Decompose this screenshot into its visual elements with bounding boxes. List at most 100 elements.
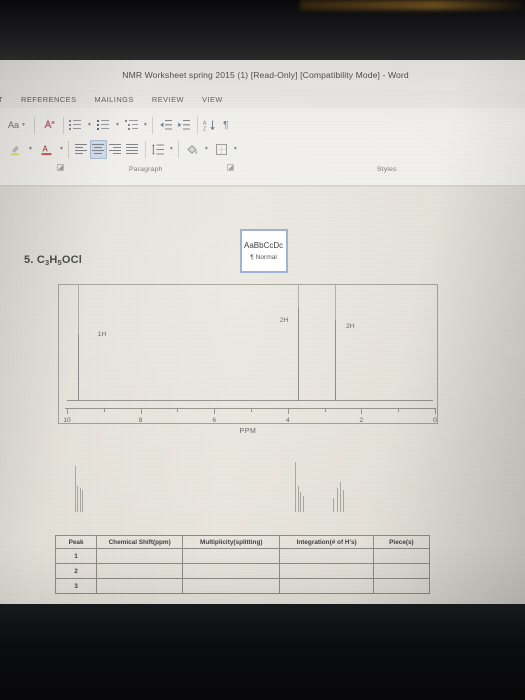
- axis-tick-label: 2: [359, 417, 364, 424]
- table-row-number[interactable]: 3: [54, 578, 98, 594]
- text-highlight-button[interactable]: [4, 140, 26, 159]
- table-row-number[interactable]: 2: [54, 563, 98, 579]
- expansion-line: [300, 492, 302, 512]
- expansion-line: [340, 482, 342, 512]
- table-cell-empty[interactable]: [372, 578, 431, 594]
- chevron-down-icon[interactable]: ▼: [21, 122, 26, 128]
- change-case-button[interactable]: Aa ▼: [4, 116, 30, 135]
- table-cell-empty[interactable]: [182, 548, 281, 564]
- axis-tick: [287, 408, 289, 414]
- align-left-icon: [74, 142, 89, 156]
- axis-tick-label: 4: [285, 417, 290, 424]
- text-effects-button[interactable]: [39, 116, 59, 135]
- style-normal[interactable]: AaBbCcDc ¶ Normal: [240, 229, 289, 273]
- spectrum-peak: [78, 331, 80, 401]
- table-cell-empty[interactable]: [96, 563, 184, 579]
- tab-insert[interactable]: T: [0, 95, 12, 104]
- expansion-line: [302, 496, 304, 512]
- axis-tick: [435, 408, 436, 414]
- paint-bucket-icon: [187, 144, 198, 154]
- axis-tick-minor: [103, 408, 105, 412]
- justify-button[interactable]: [124, 140, 141, 159]
- tab-view[interactable]: VIEW: [193, 95, 232, 104]
- font-color-button[interactable]: A: [37, 140, 57, 159]
- monitor-bezel-top: [0, 0, 525, 62]
- chevron-down-icon[interactable]: ▼: [169, 146, 174, 152]
- table-header-cell: Peak: [54, 535, 98, 549]
- spectrum-peak: [298, 305, 300, 401]
- splitting-expansions: [58, 462, 438, 512]
- nmr-spectrum: PPM 10 8 6 4 2 0 1H 2H 2H: [58, 284, 438, 435]
- expansion-line: [79, 488, 81, 512]
- paragraph-dialog-launcher-right[interactable]: ◢: [227, 164, 234, 171]
- increase-indent-button[interactable]: [175, 116, 193, 135]
- peak-dropline: [78, 285, 80, 334]
- change-case-label: Aa: [8, 120, 20, 130]
- chevron-down-icon[interactable]: ▼: [59, 146, 64, 152]
- style-preview: AaBbCcDc: [244, 241, 284, 250]
- decrease-indent-button[interactable]: [157, 116, 175, 135]
- pilcrow-icon: ¶: [223, 119, 229, 131]
- chevron-down-icon[interactable]: ▼: [204, 146, 209, 152]
- table-header-cell: Piece(s): [372, 535, 431, 549]
- styles-group-label: Styles: [377, 166, 397, 173]
- align-left-button[interactable]: [73, 140, 90, 159]
- align-center-button[interactable]: [89, 139, 107, 159]
- justify-icon: [125, 142, 140, 156]
- ribbon-row-bottom: ▼ A ▼ ▼ ▼ ▼: [0, 138, 238, 160]
- axis-tick: [140, 408, 142, 414]
- multilevel-list-button[interactable]: [124, 116, 141, 135]
- line-spacing-button[interactable]: [150, 140, 167, 159]
- divider: [151, 116, 153, 134]
- chevron-down-icon[interactable]: ▼: [87, 122, 92, 128]
- align-center-icon: [91, 142, 106, 156]
- table-cell-empty[interactable]: [372, 563, 431, 579]
- svg-text:A: A: [43, 144, 49, 153]
- decrease-indent-icon: [160, 119, 172, 130]
- table-cell-empty[interactable]: [182, 578, 281, 594]
- nmr-plot-area: PPM 10 8 6 4 2 0 1H 2H 2H: [59, 285, 437, 435]
- chevron-down-icon[interactable]: ▼: [233, 146, 238, 152]
- table-row-number[interactable]: 1: [54, 548, 98, 564]
- ribbon: Aa ▼ ▼ ▼ ▼ A Z ¶ ▼ A ▼ ▼ ▼ ▼ AaBbCcDc ¶ …: [0, 108, 525, 274]
- table-cell-empty[interactable]: [372, 548, 431, 564]
- bullets-button[interactable]: [68, 116, 85, 135]
- table-row[interactable]: 2: [54, 563, 431, 579]
- expansion-line: [77, 486, 79, 512]
- tab-references[interactable]: REFERENCES: [12, 95, 86, 104]
- table-row[interactable]: 3: [54, 578, 431, 594]
- paragraph-dialog-launcher[interactable]: ◢: [57, 164, 64, 171]
- chevron-down-icon[interactable]: ▼: [28, 146, 33, 152]
- divider: [144, 140, 146, 158]
- table-cell-empty[interactable]: [182, 563, 281, 579]
- answer-table[interactable]: Peak Chemical Shift(ppm) Multiplicity(spli…: [54, 535, 431, 594]
- table-cell-empty[interactable]: [96, 548, 184, 564]
- ribbon-row-top: Aa ▼ ▼ ▼ ▼ A Z ¶: [4, 114, 234, 136]
- numbering-button[interactable]: [96, 116, 113, 135]
- tab-mailings[interactable]: MAILINGS: [86, 95, 143, 104]
- table-cell-empty[interactable]: [96, 578, 184, 594]
- window-title: NMR Worksheet spring 2015 (1) [Read-Only…: [122, 70, 409, 80]
- svg-text:Z: Z: [203, 126, 206, 132]
- table-cell-empty[interactable]: [279, 563, 374, 579]
- table-row[interactable]: 1: [54, 548, 431, 564]
- peak-integration-label: 1H: [97, 330, 107, 338]
- shading-button[interactable]: [183, 140, 202, 159]
- tab-review[interactable]: REVIEW: [143, 95, 193, 104]
- table-cell-empty[interactable]: [279, 578, 374, 594]
- axis-tick: [361, 408, 363, 414]
- align-right-button[interactable]: [107, 140, 124, 159]
- page-title: 5. C3H5OCl: [24, 254, 82, 267]
- show-formatting-marks-button[interactable]: ¶: [218, 116, 234, 135]
- axis-tick-minor: [251, 408, 252, 412]
- screenshot-root: NMR Worksheet spring 2015 (1) [Read-Only…: [0, 0, 525, 700]
- expansion-line: [74, 466, 76, 512]
- table-cell-empty[interactable]: [279, 548, 374, 564]
- style-label: ¶ Normal: [250, 254, 277, 261]
- chevron-down-icon[interactable]: ▼: [143, 122, 148, 128]
- sort-button[interactable]: A Z: [202, 116, 218, 135]
- divider: [63, 116, 64, 134]
- ribbon-tabstrip[interactable]: T REFERENCES MAILINGS REVIEW VIEW: [0, 90, 525, 108]
- chevron-down-icon[interactable]: ▼: [115, 122, 120, 128]
- borders-button[interactable]: [212, 140, 231, 159]
